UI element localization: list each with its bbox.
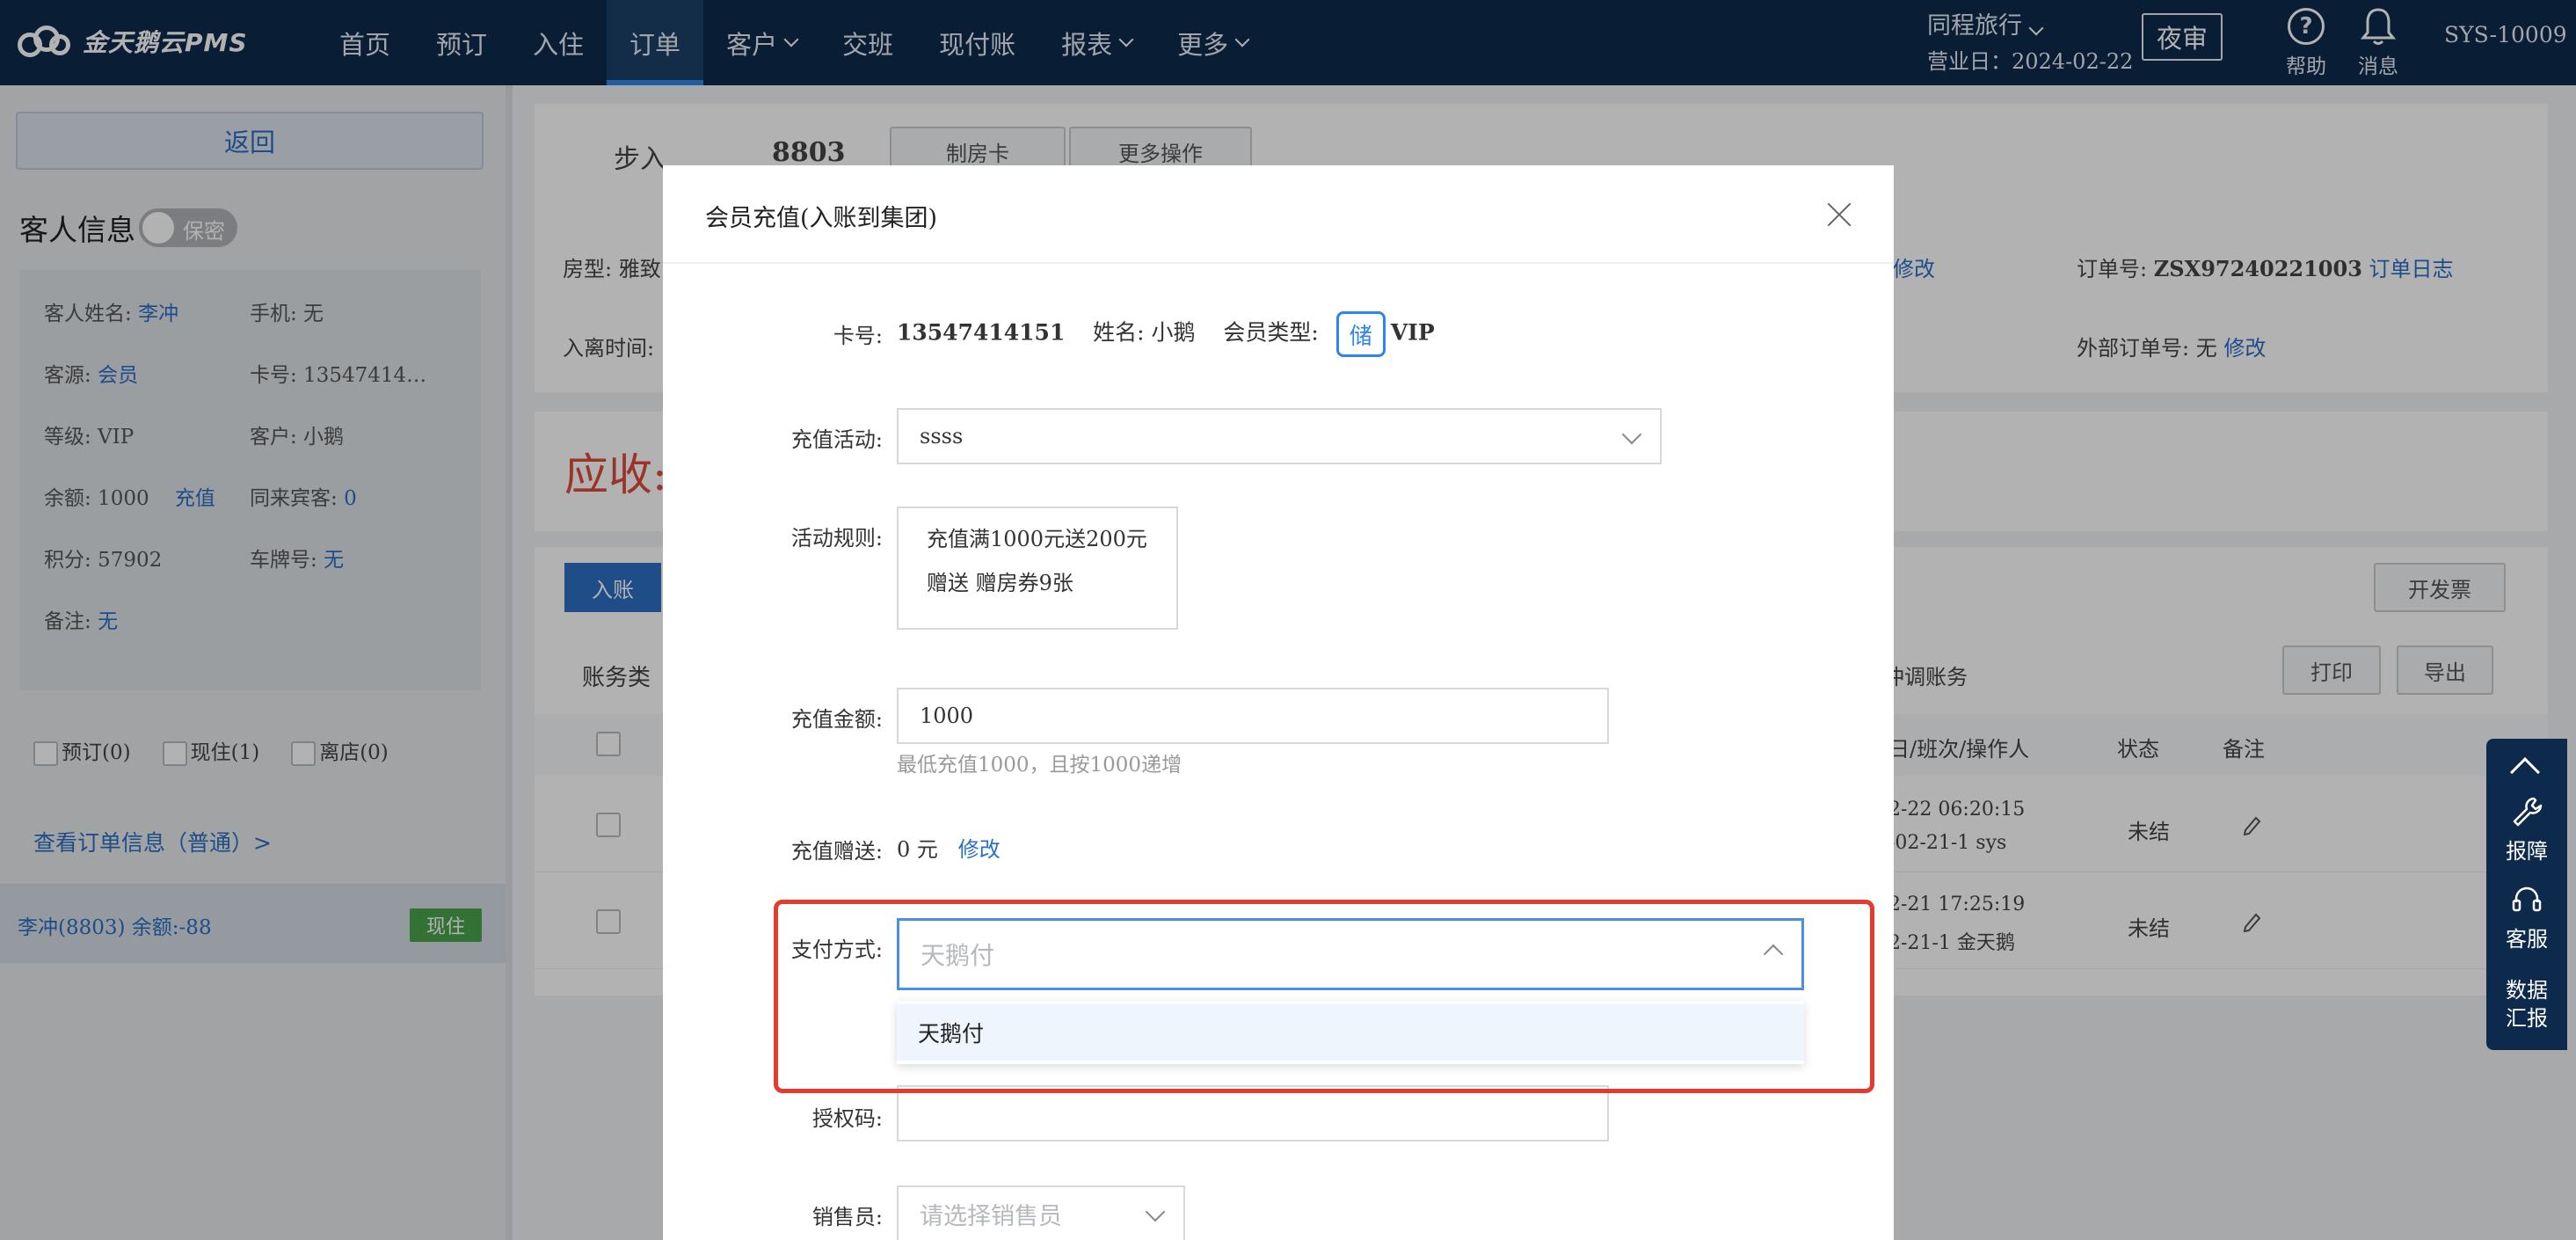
rule-item: 充值满1000元送200元: [927, 527, 1147, 551]
report-issue-label: 报障: [2506, 839, 2548, 864]
modal-header: 会员充值(入账到集团): [663, 165, 1894, 264]
headset-icon: [2512, 886, 2542, 912]
close-icon[interactable]: [1823, 199, 1855, 230]
data-report-button[interactable]: 数据汇报: [2486, 976, 2567, 1032]
right-float-bar: 报障 客服 数据汇报: [2486, 739, 2567, 1050]
collapse-button[interactable]: [2486, 739, 2567, 791]
activity-select[interactable]: ssss: [897, 408, 1662, 464]
modal-title: 会员充值(入账到集团): [705, 205, 938, 232]
service-label: 客服: [2506, 927, 2548, 952]
chevron-up-icon: [2510, 757, 2540, 787]
sales-label: 销售员:: [811, 1205, 883, 1229]
data-report-label: 数据汇报: [2506, 978, 2548, 1031]
auth-code-label: 授权码:: [811, 1106, 883, 1131]
sales-placeholder: 请选择销售员: [920, 1202, 1062, 1230]
amount-input[interactable]: 1000: [897, 688, 1609, 744]
member-type: VIP: [1390, 319, 1435, 346]
stored-value-tag: 储: [1335, 311, 1386, 357]
card-label: 卡号:: [833, 324, 883, 348]
gift-label: 充值赠送:: [790, 839, 883, 864]
activity-value: ssss: [920, 424, 964, 449]
rules-box: 充值满1000元送200元 赠送 赠房券9张: [897, 507, 1178, 630]
gift-modify-link[interactable]: 修改: [958, 837, 1001, 862]
chevron-down-icon: [1621, 424, 1642, 445]
card-info: 13547414151 姓名: 小鹅 会员类型: 储 VIP: [897, 311, 1435, 357]
amount-hint: 最低充值1000，且按1000递增: [897, 754, 1182, 777]
auth-code-input[interactable]: [897, 1085, 1609, 1142]
report-issue-button[interactable]: 报障: [2486, 793, 2567, 864]
rule-item: 赠送 赠房券9张: [927, 571, 1073, 595]
card-number: 13547414151: [897, 319, 1066, 346]
highlight-annotation: [774, 900, 1874, 1093]
amount-label: 充值金额:: [790, 707, 883, 732]
wrench-icon: [2513, 797, 2543, 827]
amount-value: 1000: [920, 704, 974, 728]
member-name: 姓名: 小鹅: [1093, 319, 1196, 346]
service-button[interactable]: 客服: [2486, 881, 2567, 952]
sales-select[interactable]: 请选择销售员: [897, 1185, 1185, 1240]
activity-label: 充值活动:: [790, 427, 883, 452]
member-type-label: 会员类型:: [1223, 319, 1319, 346]
gift-field: 0 元 修改: [897, 832, 1001, 863]
rules-label: 活动规则:: [790, 526, 883, 551]
gift-value: 0 元: [897, 837, 938, 862]
chevron-down-icon: [1145, 1201, 1166, 1222]
